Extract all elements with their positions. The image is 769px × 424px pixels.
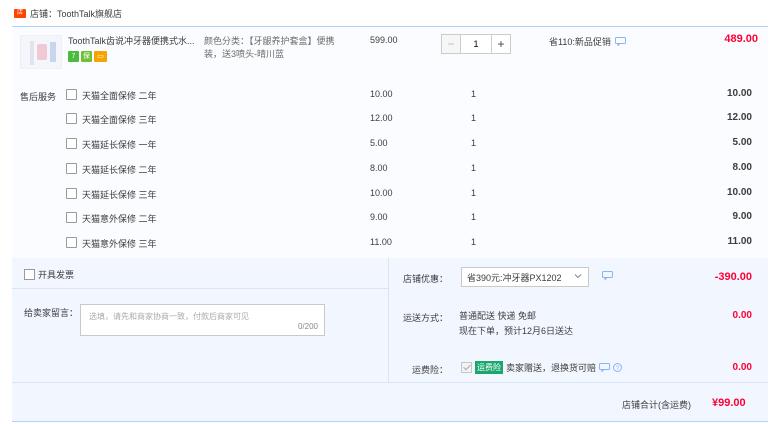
promotion-info: 省110:新品促销 <box>549 35 626 48</box>
service-name: 天猫全面保修 三年 <box>82 115 157 125</box>
service-checkbox[interactable] <box>66 113 77 124</box>
service-checkbox[interactable] <box>66 188 77 199</box>
service-option-row: 天猫意外保修 二年 9.00 1 9.00 <box>12 206 768 230</box>
invoice-checkbox[interactable] <box>24 269 35 280</box>
service-checkbox[interactable] <box>66 163 77 174</box>
increase-quantity-button[interactable]: + <box>491 34 511 54</box>
promo-detail-icon[interactable] <box>614 37 626 46</box>
service-quantity: 1 <box>471 237 477 247</box>
coupon-amount: -390.00 <box>714 271 752 283</box>
service-checkbox[interactable] <box>66 237 77 248</box>
service-option-row: 天猫意外保修 三年 11.00 1 11.00 <box>12 231 768 255</box>
service-quantity: 1 <box>471 188 477 198</box>
freight-insurance-checkbox[interactable] <box>461 362 472 373</box>
service-quantity: 1 <box>471 163 477 173</box>
service-name: 天猫延长保修 一年 <box>82 140 157 150</box>
shipping-method: 普通配送 快递 免邮 <box>459 311 537 321</box>
panel-divider <box>388 258 389 382</box>
service-total: 12.00 <box>726 112 752 123</box>
service-option-row: 天猫全面保修 二年 10.00 1 10.00 <box>12 83 768 107</box>
invoice-option[interactable]: 开具发票 <box>24 268 74 281</box>
summary-divider <box>12 382 768 383</box>
order-item-panel: ToothTalk齿说冲牙器便携式水... 7 保 ▭ 颜色分类：【牙龈养护套盒… <box>12 26 768 258</box>
service-checkbox[interactable] <box>66 138 77 149</box>
service-name: 天猫延长保修 三年 <box>82 190 157 200</box>
service-quantity: 1 <box>471 89 477 99</box>
freight-insurance-text: 卖家赠送，退换货可赔 <box>506 363 597 373</box>
delivery-estimate: 现在下单，预计12月6日送达 <box>459 326 574 336</box>
service-total: 5.00 <box>732 137 752 148</box>
freight-insurance-label: 运费险： <box>412 365 449 375</box>
service-checkbox[interactable] <box>66 89 77 100</box>
store-coupon-label: 店铺优惠： <box>403 274 449 284</box>
store-header: 店 店铺：ToothTalk旗舰店 <box>0 0 769 26</box>
order-options-panel: 开具发票 给卖家留言： 选填，请先和商家协商一致，付款后商家可见 0/200 店… <box>12 258 768 422</box>
store-coupon-value: 省390元:冲牙器PX1202 <box>467 272 562 283</box>
service-name: 天猫全面保修 二年 <box>82 91 157 101</box>
coupon-info-icon[interactable] <box>602 271 613 280</box>
service-option-row: 天猫延长保修 三年 10.00 1 10.00 <box>12 182 768 206</box>
service-price: 9.00 <box>370 212 388 222</box>
decrease-quantity-button[interactable]: − <box>441 34 461 54</box>
character-counter: 0/200 <box>297 322 318 331</box>
insurance-chat-icon[interactable] <box>599 363 611 372</box>
invoice-label: 开具发票 <box>38 270 75 280</box>
card-payment-badge: ▭ <box>94 51 107 62</box>
service-total: 9.00 <box>732 211 752 222</box>
service-option-row: 天猫全面保修 三年 12.00 1 12.00 <box>12 107 768 131</box>
freight-insurance-amount: 0.00 <box>732 362 752 373</box>
shipping-method-label: 运送方式： <box>403 313 449 323</box>
store-total-amount: ¥99.00 <box>712 397 746 409</box>
service-name: 天猫延长保修 二年 <box>82 165 157 175</box>
service-quantity: 1 <box>471 212 477 222</box>
service-name: 天猫意外保修 二年 <box>82 214 157 224</box>
item-total: 489.00 <box>724 33 758 45</box>
service-price: 5.00 <box>370 138 388 148</box>
service-price: 11.00 <box>370 237 392 247</box>
service-quantity: 1 <box>471 113 477 123</box>
service-total: 10.00 <box>726 88 752 99</box>
store-total-label: 店铺合计(含运费) <box>622 400 691 410</box>
seller-message-placeholder: 选填，请先和商家协商一致，付款后商家可见 <box>89 312 249 321</box>
service-option-row: 天猫延长保修 二年 8.00 1 8.00 <box>12 157 768 181</box>
service-quantity: 1 <box>471 138 477 148</box>
promotion-text: 省110:新品促销 <box>549 37 611 47</box>
service-total: 10.00 <box>726 187 752 198</box>
product-image[interactable] <box>20 35 62 69</box>
service-price: 10.00 <box>370 188 393 198</box>
service-price: 8.00 <box>370 163 388 173</box>
service-price: 10.00 <box>370 89 393 99</box>
product-title[interactable]: ToothTalk齿说冲牙器便携式水... <box>68 35 202 47</box>
freight-insurance-option: 运费险 卖家赠送，退换货可赔 ? <box>461 361 623 374</box>
service-name: 天猫意外保修 三年 <box>82 239 157 249</box>
store-coupon-select[interactable]: 省390元:冲牙器PX1202 <box>461 267 589 287</box>
quantity-stepper: − + <box>441 34 511 54</box>
guarantee-badge: 保 <box>81 51 92 62</box>
seller-message-label: 给卖家留言： <box>24 308 79 318</box>
help-icon[interactable]: ? <box>613 363 623 372</box>
service-checkbox[interactable] <box>66 212 77 223</box>
unit-price: 599.00 <box>370 35 398 45</box>
store-name[interactable]: 店铺：ToothTalk旗舰店 <box>30 7 122 20</box>
chevron-down-icon <box>574 274 582 279</box>
freight-insurance-badge: 运费险 <box>475 361 503 374</box>
seven-day-return-badge: 7 <box>68 51 79 62</box>
service-option-row: 天猫延长保修 一年 5.00 1 5.00 <box>12 132 768 156</box>
product-sku: 颜色分类：【牙龈养护套盒】便携装，送3喷头-晴川蓝 <box>204 36 335 59</box>
service-total: 11.00 <box>727 236 752 247</box>
service-price: 12.00 <box>370 113 393 123</box>
seller-message-input[interactable]: 选填，请先和商家协商一致，付款后商家可见 0/200 <box>80 304 325 336</box>
product-badges: 7 保 ▭ <box>68 51 107 62</box>
store-icon: 店 <box>14 8 26 18</box>
service-total: 8.00 <box>732 162 752 173</box>
shipping-amount: 0.00 <box>732 310 752 321</box>
section-divider <box>12 288 388 289</box>
quantity-input[interactable] <box>461 34 491 54</box>
